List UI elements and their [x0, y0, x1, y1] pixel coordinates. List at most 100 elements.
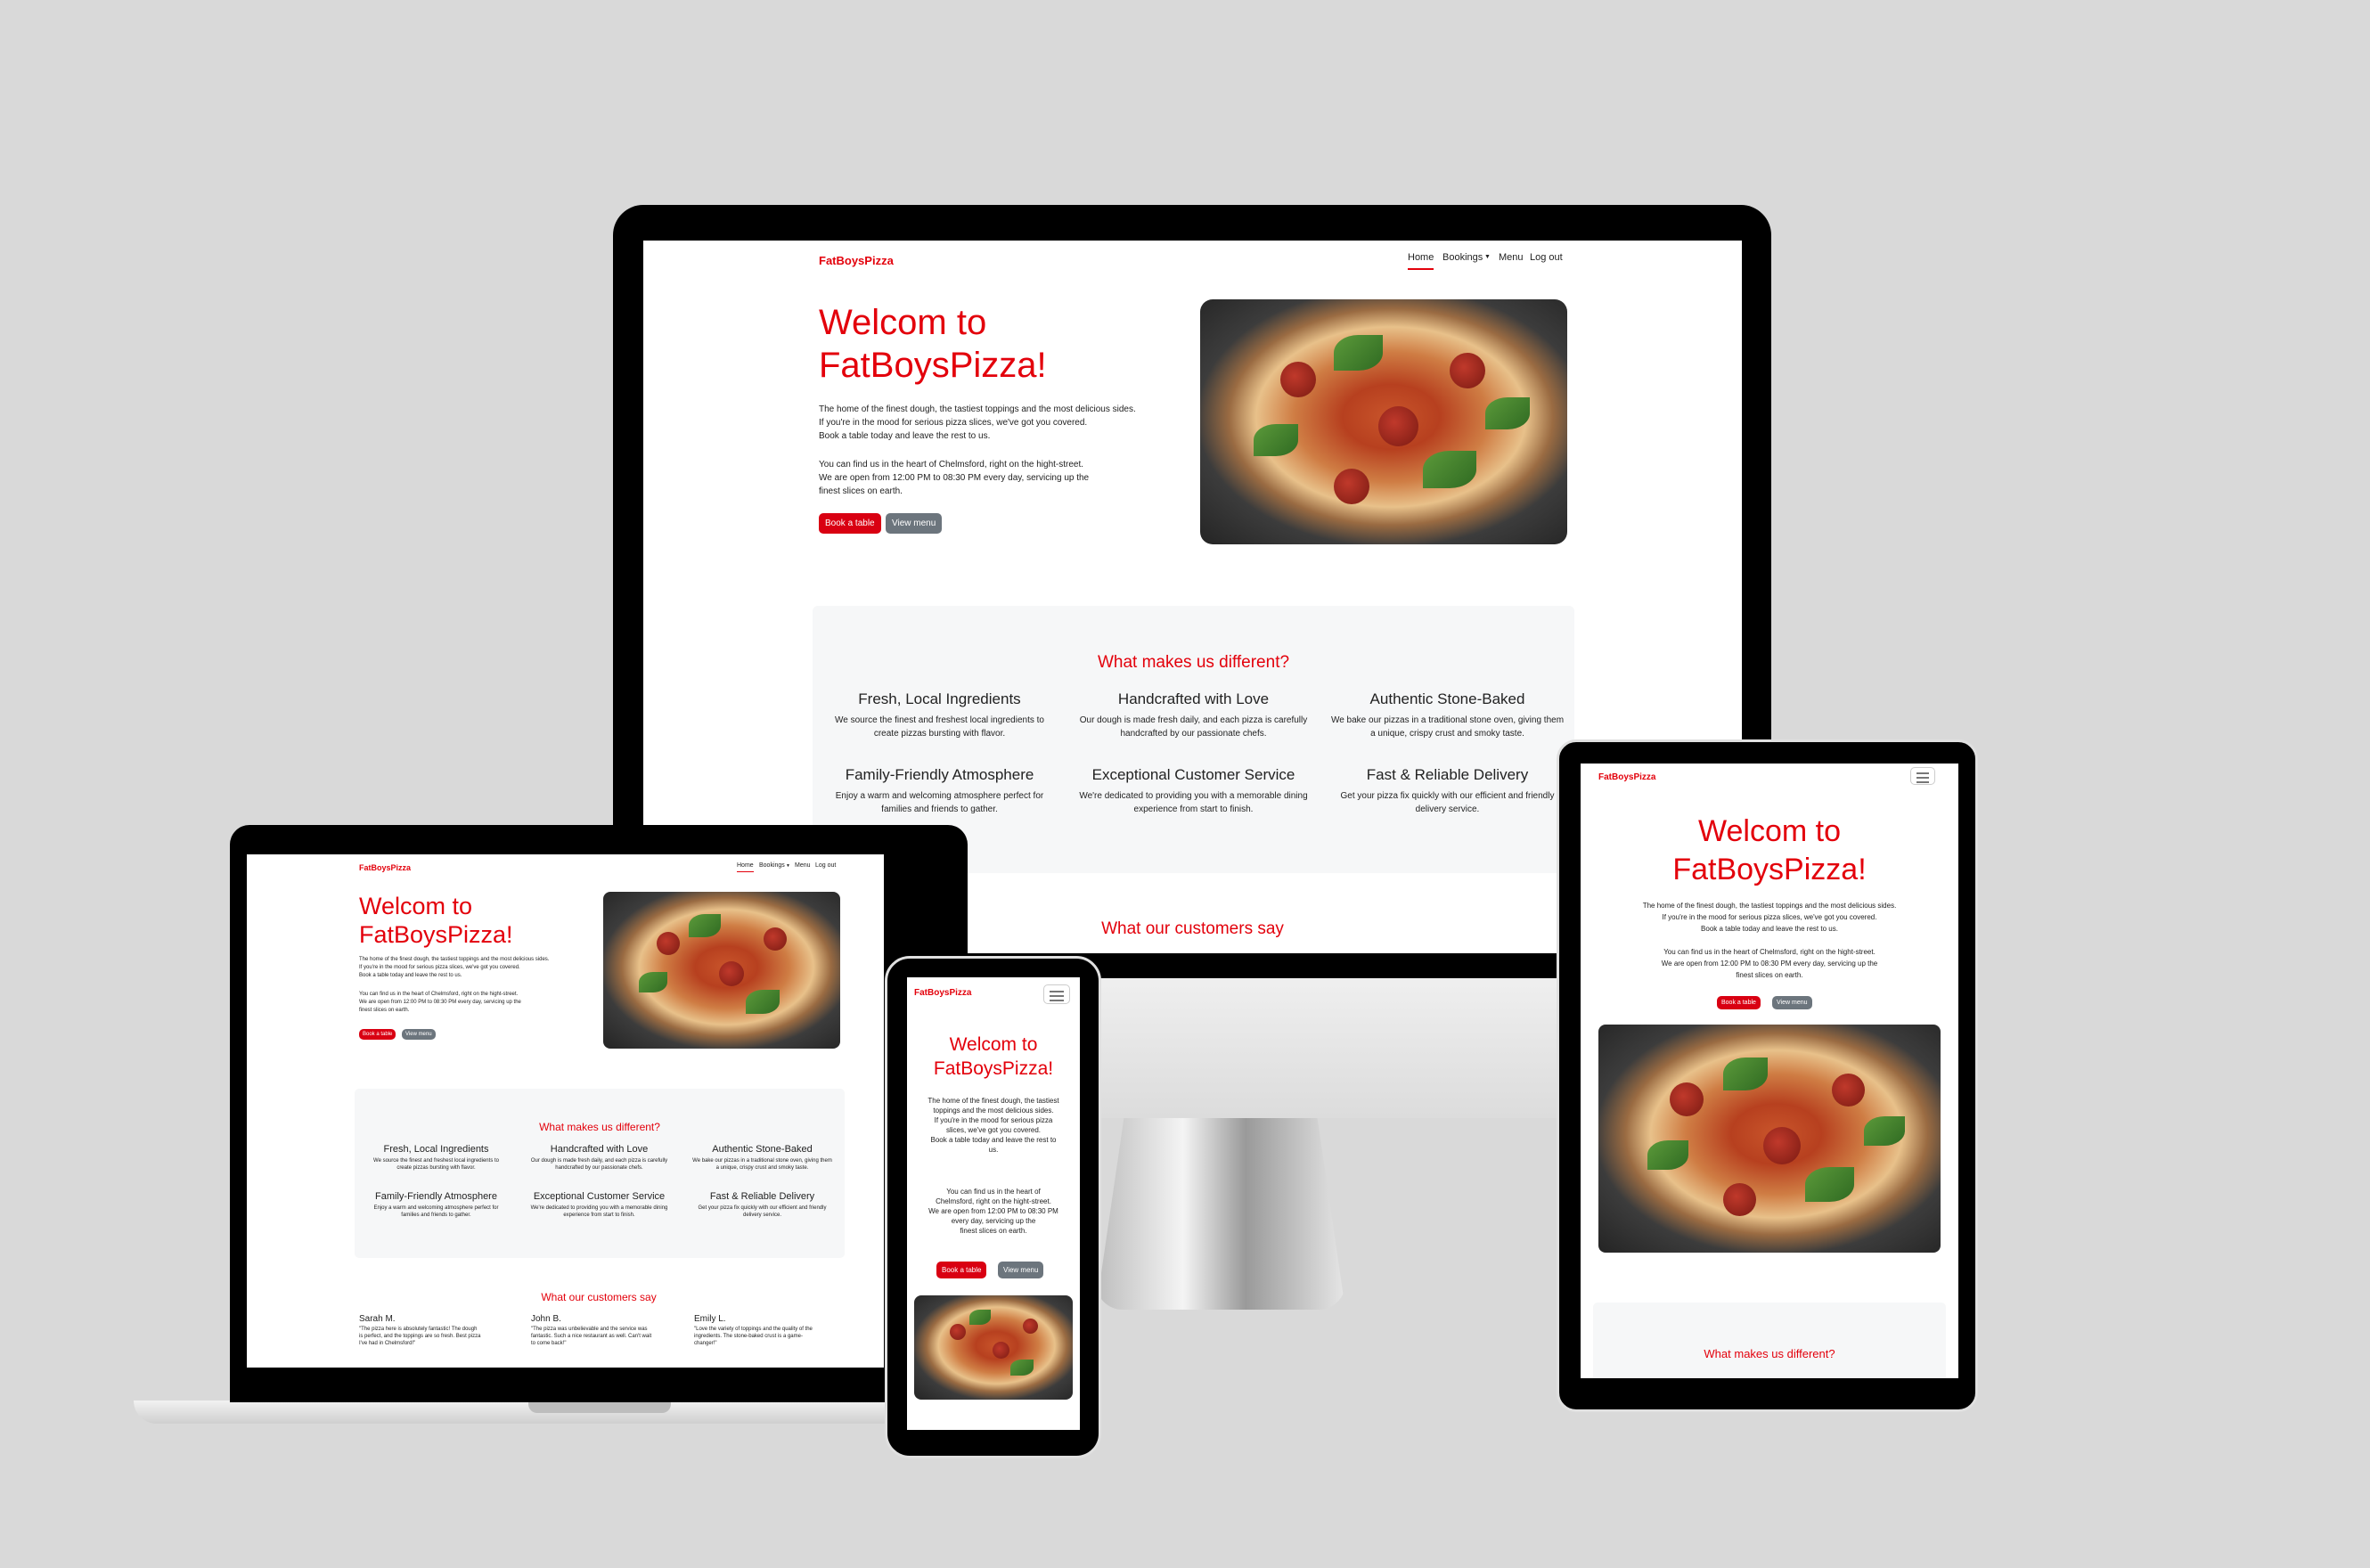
intro-line: If you're in the mood for serious pizza …: [1662, 913, 1877, 921]
feature-card: Fast & Reliable Delivery Get your pizza …: [681, 1191, 844, 1219]
tablet-screen: FatBoysPizza Welcom to FatBoysPizza! The…: [1581, 764, 1958, 1378]
feature-title: Authentic Stone-Baked: [1369, 690, 1525, 707]
nav-bookings[interactable]: Bookings: [1442, 252, 1483, 263]
feature-text: a unique, crispy crust and smoky taste.: [715, 1165, 809, 1171]
hero-title: Welcom to FatBoysPizza!: [819, 301, 1047, 387]
location-line: finest slices on earth.: [819, 486, 903, 496]
basil-leaf: [1423, 451, 1476, 488]
pizza-image: [603, 892, 840, 1049]
feature-card: Fresh, Local Ingredients We source the f…: [355, 1144, 518, 1172]
review-text: is perfect, and the toppings are so fres…: [359, 1334, 481, 1339]
book-table-button[interactable]: Book a table: [359, 1029, 396, 1040]
brand-logo[interactable]: FatBoysPizza: [819, 254, 894, 267]
hero-title-line-1: Welcom to: [1698, 814, 1841, 848]
feature-text: We're dedicated to providing you with a …: [530, 1205, 668, 1211]
intro-line: If you're in the mood for serious pizza …: [359, 965, 520, 970]
feature-text: families and friends to gather.: [401, 1213, 471, 1218]
features-title: What makes us different?: [1704, 1347, 1835, 1360]
review-card: Sarah M. "The pizza here is absolutely f…: [359, 1314, 511, 1347]
location-line: Chelmsford, right on the hight-street.: [936, 1197, 1051, 1205]
feature-card: Exceptional Customer Service We're dedic…: [518, 1191, 681, 1219]
hero-title-line-2: FatBoysPizza!: [359, 921, 513, 948]
pepperoni: [993, 1342, 1009, 1359]
hero-title: Welcom to FatBoysPizza!: [1581, 813, 1958, 889]
basil-leaf: [1334, 335, 1383, 371]
pizza-image: [914, 1295, 1073, 1400]
nav-bookings[interactable]: Bookings: [759, 862, 785, 869]
review-name: John B.: [531, 1314, 561, 1324]
pepperoni: [764, 927, 787, 951]
review-name: Sarah M.: [359, 1314, 396, 1324]
phone-screen: FatBoysPizza Welcom to FatBoysPizza! The…: [907, 977, 1080, 1430]
basil-leaf: [639, 972, 667, 992]
nav-logout[interactable]: Log out: [815, 862, 836, 869]
basil-leaf: [1723, 1058, 1768, 1090]
feature-text: We bake our pizzas in a traditional ston…: [692, 1158, 832, 1164]
hamburger-menu-icon[interactable]: [1910, 767, 1935, 785]
features-section: What makes us different? Fresh, Local In…: [355, 1089, 845, 1258]
features-section: What makes us different?: [1593, 1303, 1946, 1378]
feature-card: Family-Friendly Atmosphere Enjoy a warm …: [355, 1191, 518, 1219]
book-table-button[interactable]: Book a table: [1717, 996, 1761, 1009]
intro-line: toppings and the most delicious sides.: [933, 1107, 1054, 1115]
feature-text: delivery service.: [1415, 804, 1480, 814]
feature-text: create pizzas bursting with flavor.: [873, 729, 1006, 739]
location-line: every day, servicing up the: [951, 1217, 1036, 1225]
intro-line: Book a table today and leave the rest to…: [1701, 925, 1838, 933]
feature-title: Fast & Reliable Delivery: [709, 1191, 815, 1202]
monitor-stand: [1096, 1105, 1345, 1310]
nav-menu[interactable]: Menu: [795, 862, 811, 869]
feature-card: Handcrafted with Love Our dough is made …: [518, 1144, 681, 1172]
book-table-button[interactable]: Book a table: [819, 513, 881, 534]
hero-title: Welcom to FatBoysPizza!: [359, 892, 513, 949]
hero-location: You can find us in the heart of Chelmsfo…: [1581, 946, 1958, 981]
feature-text: handcrafted by our passionate chefs.: [1120, 729, 1267, 739]
nav-home[interactable]: Home: [737, 862, 754, 872]
feature-text: Enjoy a warm and welcoming atmosphere pe…: [373, 1205, 499, 1211]
hamburger-menu-icon[interactable]: [1043, 984, 1070, 1004]
feature-title: Handcrafted with Love: [550, 1144, 649, 1155]
intro-line: us.: [988, 1146, 999, 1154]
pepperoni: [1023, 1319, 1038, 1334]
brand-logo[interactable]: FatBoysPizza: [914, 988, 971, 998]
hero-title-line-2: FatBoysPizza!: [933, 1058, 1054, 1079]
nav-home[interactable]: Home: [1408, 252, 1434, 270]
feature-text: a unique, crispy crust and smoky taste.: [1370, 729, 1524, 739]
review-text: fantastic. Such a nice restaurant as wel…: [531, 1334, 652, 1339]
review-card: John B. "The pizza was unbelievable and …: [531, 1314, 682, 1347]
hero-intro: The home of the finest dough, the tastie…: [819, 403, 1136, 443]
pepperoni: [719, 961, 744, 986]
feature-text: We source the finest and freshest local …: [835, 715, 1044, 725]
location-line: finest slices on earth.: [1736, 971, 1803, 979]
laptop-screen: FatBoysPizza Home Bookings ▼ Menu Log ou…: [247, 854, 884, 1368]
hero-intro: The home of the finest dough, the tastie…: [907, 1096, 1080, 1155]
reviews-title: What our customers say: [541, 1291, 657, 1303]
feature-text: We bake our pizzas in a traditional ston…: [1330, 715, 1565, 725]
location-line: finest slices on earth.: [960, 1227, 1027, 1235]
brand-logo[interactable]: FatBoysPizza: [359, 863, 411, 872]
hero-title-line-2: FatBoysPizza!: [819, 346, 1047, 385]
basil-leaf: [1485, 397, 1530, 429]
review-text: "Love the variety of toppings and the qu…: [694, 1327, 813, 1332]
view-menu-button[interactable]: View menu: [402, 1029, 436, 1040]
pepperoni: [1670, 1082, 1704, 1116]
basil-leaf: [746, 990, 780, 1014]
intro-line: The home of the finest dough, the tastie…: [819, 404, 1136, 414]
book-table-button[interactable]: Book a table: [936, 1262, 987, 1278]
intro-line: slices, we've got you covered.: [945, 1126, 1042, 1134]
view-menu-button[interactable]: View menu: [886, 513, 943, 534]
hero-title: Welcom to FatBoysPizza!: [907, 1033, 1080, 1081]
view-menu-button[interactable]: View menu: [998, 1262, 1044, 1278]
feature-text: Get your pizza fix quickly with our effi…: [1340, 791, 1555, 801]
feature-card: Family-Friendly Atmosphere Enjoy a warm …: [813, 766, 1066, 816]
nav-logout[interactable]: Log out: [1530, 252, 1563, 263]
brand-logo[interactable]: FatBoysPizza: [1598, 772, 1655, 782]
location-line: finest slices on earth.: [359, 1008, 410, 1013]
intro-line: If you're in the mood for serious pizza: [934, 1116, 1053, 1124]
nav-menu[interactable]: Menu: [1499, 252, 1524, 263]
caret-down-icon: ▼: [786, 863, 790, 869]
review-text: to come back!": [531, 1341, 567, 1346]
navbar: FatBoysPizza Home Bookings ▼ Menu Log ou…: [643, 241, 1742, 276]
review-text: "The pizza here is absolutely fantastic!…: [359, 1327, 478, 1332]
view-menu-button[interactable]: View menu: [1772, 996, 1812, 1009]
